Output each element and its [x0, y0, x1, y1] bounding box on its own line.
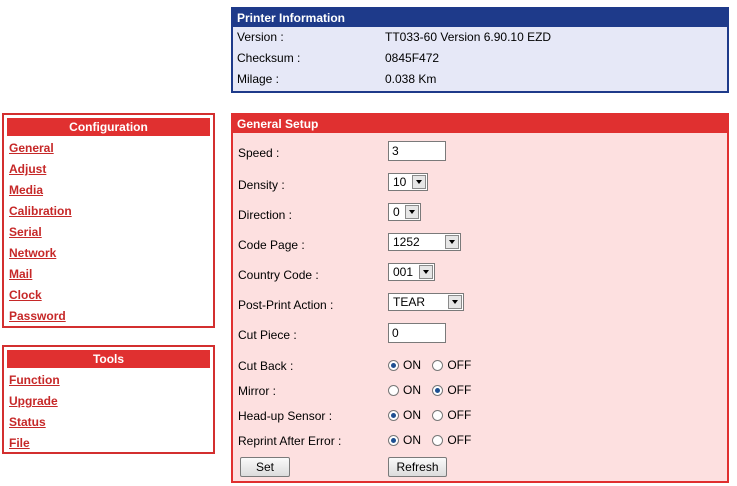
configuration-title: Configuration	[7, 118, 210, 136]
cut-back-row: Cut Back : ON OFF	[233, 354, 727, 378]
tools-title: Tools	[7, 350, 210, 368]
speed-row: Speed :	[233, 141, 727, 165]
refresh-button[interactable]: Refresh	[388, 457, 447, 477]
mirror-label: Mirror :	[238, 384, 276, 398]
code-page-label: Code Page :	[238, 238, 305, 252]
reprint-label: Reprint After Error :	[238, 434, 342, 448]
cut-piece-label: Cut Piece :	[238, 328, 297, 342]
head-up-on-radio[interactable]	[388, 410, 399, 421]
cut-back-off-label: OFF	[447, 358, 472, 372]
cut-back-on-radio[interactable]	[388, 360, 399, 371]
cut-piece-input[interactable]	[388, 323, 446, 343]
reprint-row: Reprint After Error : ON OFF	[233, 429, 727, 453]
reprint-radio-group: ON OFF	[388, 433, 479, 447]
nav-link-adjust[interactable]: Adjust	[9, 159, 213, 180]
country-code-row: Country Code : 001	[233, 263, 727, 287]
general-setup-title: General Setup	[233, 115, 727, 133]
country-code-select[interactable]: 001	[388, 263, 435, 281]
nav-link-network[interactable]: Network	[9, 243, 213, 264]
reprint-on-label: ON	[403, 433, 421, 447]
head-up-radio-group: ON OFF	[388, 408, 479, 422]
country-code-label: Country Code :	[238, 268, 319, 282]
nav-link-upgrade[interactable]: Upgrade	[9, 391, 213, 412]
reprint-off-radio[interactable]	[432, 435, 444, 446]
direction-label: Direction :	[238, 208, 293, 222]
printer-information-panel: Printer Information Version : TT033-60 V…	[231, 7, 729, 93]
configuration-panel: Configuration General Adjust Media Calib…	[2, 113, 215, 328]
version-row: Version : TT033-60 Version 6.90.10 EZD	[233, 27, 727, 48]
nav-link-function[interactable]: Function	[9, 370, 213, 391]
chevron-down-icon	[412, 175, 426, 189]
head-up-on-label: ON	[403, 408, 421, 422]
milage-row: Milage : 0.038 Km	[233, 69, 727, 90]
mirror-off-label: OFF	[447, 383, 472, 397]
general-setup-panel: General Setup Speed : Density : 10 Direc…	[231, 113, 729, 483]
cut-back-label: Cut Back :	[238, 359, 294, 373]
chevron-down-icon	[445, 235, 459, 249]
mirror-off-radio[interactable]	[432, 385, 444, 396]
post-print-row: Post-Print Action : TEAR	[233, 293, 727, 317]
chevron-down-icon	[405, 205, 419, 219]
cut-back-off-radio[interactable]	[432, 360, 444, 371]
nav-link-serial[interactable]: Serial	[9, 222, 213, 243]
cut-piece-row: Cut Piece :	[233, 323, 727, 347]
post-print-value: TEAR	[393, 295, 426, 309]
nav-link-status[interactable]: Status	[9, 412, 213, 433]
head-up-row: Head-up Sensor : ON OFF	[233, 404, 727, 428]
mirror-row: Mirror : ON OFF	[233, 379, 727, 403]
code-page-value: 1252	[393, 235, 420, 249]
direction-value: 0	[393, 205, 400, 219]
head-up-label: Head-up Sensor :	[238, 409, 333, 423]
printer-information-title: Printer Information	[233, 9, 727, 27]
milage-label: Milage :	[237, 72, 280, 86]
chevron-down-icon	[448, 295, 462, 309]
head-up-off-label: OFF	[447, 408, 472, 422]
mirror-on-label: ON	[403, 383, 421, 397]
country-code-value: 001	[393, 265, 414, 279]
version-value: TT033-60 Version 6.90.10 EZD	[385, 30, 552, 44]
head-up-off-radio[interactable]	[432, 410, 444, 421]
nav-link-media[interactable]: Media	[9, 180, 213, 201]
tools-panel: Tools Function Upgrade Status File	[2, 345, 215, 454]
code-page-select[interactable]: 1252	[388, 233, 461, 251]
post-print-select[interactable]: TEAR	[388, 293, 464, 311]
chevron-down-icon	[419, 265, 433, 279]
nav-link-password[interactable]: Password	[9, 306, 213, 327]
density-label: Density :	[238, 178, 285, 192]
speed-label: Speed :	[238, 146, 280, 160]
nav-link-mail[interactable]: Mail	[9, 264, 213, 285]
direction-row: Direction : 0	[233, 203, 727, 227]
set-button[interactable]: Set	[240, 457, 290, 477]
mirror-on-radio[interactable]	[388, 385, 399, 396]
code-page-row: Code Page : 1252	[233, 233, 727, 257]
nav-link-file[interactable]: File	[9, 433, 213, 454]
reprint-off-label: OFF	[447, 433, 472, 447]
checksum-row: Checksum : 0845F472	[233, 48, 727, 69]
version-label: Version :	[237, 30, 284, 44]
milage-value: 0.038 Km	[385, 72, 437, 86]
checksum-value: 0845F472	[385, 51, 440, 65]
cut-back-on-label: ON	[403, 358, 421, 372]
cut-back-radio-group: ON OFF	[388, 358, 479, 372]
direction-select[interactable]: 0	[388, 203, 421, 221]
density-value: 10	[393, 175, 407, 189]
density-select[interactable]: 10	[388, 173, 428, 191]
post-print-label: Post-Print Action :	[238, 298, 334, 312]
checksum-label: Checksum :	[237, 51, 301, 65]
mirror-radio-group: ON OFF	[388, 383, 479, 397]
nav-link-general[interactable]: General	[9, 138, 213, 159]
density-row: Density : 10	[233, 173, 727, 197]
reprint-on-radio[interactable]	[388, 435, 399, 446]
speed-input[interactable]	[388, 141, 446, 161]
nav-link-calibration[interactable]: Calibration	[9, 201, 213, 222]
nav-link-clock[interactable]: Clock	[9, 285, 213, 306]
